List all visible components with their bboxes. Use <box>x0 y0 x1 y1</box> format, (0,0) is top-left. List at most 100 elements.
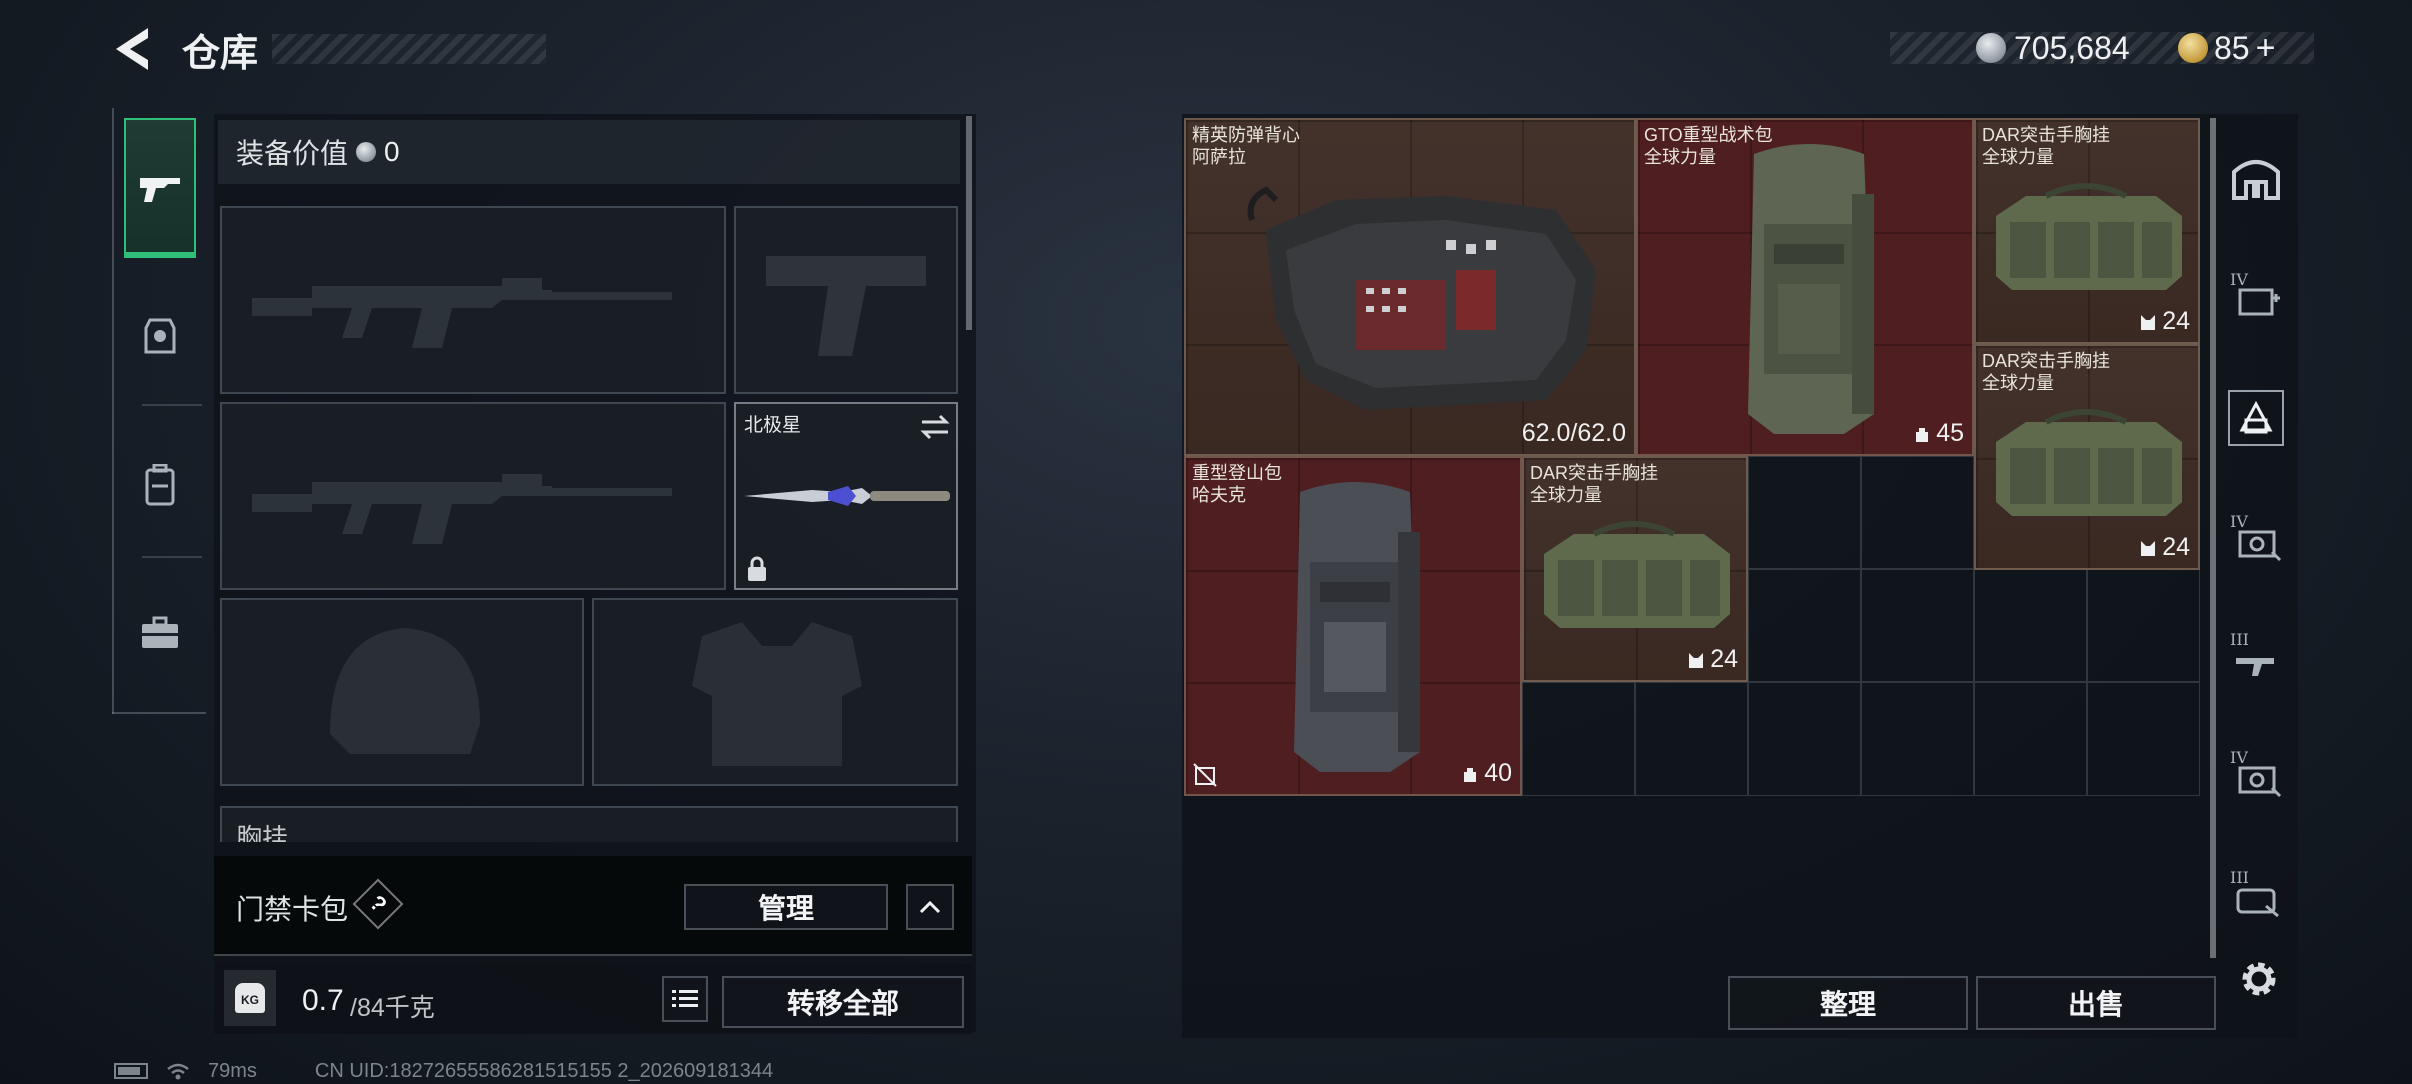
stash-grid: 精英防弹背心 阿萨拉 62.0/62.0 GTO重型战术包 全球力量 45 DA… <box>1184 118 2200 796</box>
sidebar-tab-weapons[interactable] <box>124 118 196 258</box>
transfer-all-label: 转移全部 <box>786 988 899 1019</box>
grid-cell[interactable] <box>1522 682 1635 796</box>
sidebar-border-left <box>112 108 114 714</box>
manage-button[interactable]: 管理 <box>684 884 888 930</box>
weight-icon: KG <box>224 970 276 1026</box>
grid-cell[interactable] <box>2087 569 2200 682</box>
backpack-image <box>1748 144 1874 434</box>
capacity-value: 40 <box>1484 759 1512 787</box>
rig-capacity-icon <box>2141 540 2156 556</box>
chest-rig-image <box>1996 409 2182 516</box>
capacity-value: 24 <box>2162 307 2190 335</box>
item-title: GTO重型战术包 <box>1644 125 1773 145</box>
filter-tier-helmets[interactable]: IV <box>2228 746 2284 802</box>
add-premium-icon[interactable]: + <box>2256 29 2276 68</box>
item-title: 精英防弹背心 <box>1192 125 1300 145</box>
stash-item-mountain-pack[interactable]: 重型登山包 哈夫克 40 <box>1184 456 1522 796</box>
grid-cell[interactable] <box>1974 569 2087 682</box>
melee-slot[interactable]: 北极星 <box>734 402 958 590</box>
item-brand: 阿萨拉 <box>1192 147 1246 167</box>
filter-backpacks[interactable] <box>2228 390 2284 446</box>
equipment-scrollbar[interactable] <box>966 116 972 330</box>
grid-cell[interactable] <box>1748 682 1861 796</box>
list-view-button[interactable] <box>662 976 708 1022</box>
item-brand: 全球力量 <box>1982 147 2054 167</box>
weight-capacity: /84千克 <box>350 994 435 1022</box>
assault-rifle-silhouette-icon <box>252 474 672 544</box>
item-name: DAR突击手胸挂 全球力量 <box>1530 462 1658 506</box>
item-title: DAR突击手胸挂 <box>1982 351 2111 371</box>
filter-tier-rifles[interactable]: III <box>2228 628 2284 684</box>
primary-weapon-slot[interactable] <box>220 206 726 394</box>
filter-all[interactable] <box>2228 150 2284 206</box>
grid-cell[interactable] <box>1861 456 1974 569</box>
uid-text: CN UID:18272655586281515155 2_2026091813… <box>314 1059 774 1082</box>
weight-icon-label: KG <box>235 983 265 1013</box>
sell-button[interactable]: 出售 <box>1976 976 2216 1030</box>
sidebar-tab-backpack[interactable] <box>124 448 196 528</box>
stash-item-chest-rig[interactable]: DAR突击手胸挂 全球力量 24 <box>1974 118 2200 344</box>
gear-icon <box>2242 962 2276 996</box>
card-pack-help-icon[interactable]: ? <box>352 878 404 930</box>
currency-amount: 705,684 <box>2014 29 2130 66</box>
list-icon <box>672 990 698 1007</box>
durability-value: 62.0/62.0 <box>1521 419 1626 447</box>
transfer-all-button[interactable]: 转移全部 <box>722 976 964 1028</box>
item-brand: 全球力量 <box>1530 485 1602 505</box>
filter-scrollbar[interactable] <box>2210 118 2216 958</box>
sidebar-tab-gear[interactable] <box>124 298 196 378</box>
item-name: DAR突击手胸挂 全球力量 <box>1982 124 2110 168</box>
battery-icon <box>114 1063 148 1079</box>
stash-item-chest-rig[interactable]: DAR突击手胸挂 全球力量 24 <box>1522 456 1748 682</box>
weight-bar: KG 0.7 /84千克 转移全部 <box>214 964 972 1034</box>
filter-tier-armor[interactable]: IV <box>2228 510 2284 566</box>
capacity-value: 24 <box>1710 645 1738 673</box>
ping-value: 79ms <box>208 1059 257 1082</box>
chest-rig-label: 胸挂 <box>236 823 289 842</box>
premium-currency[interactable]: 85 + <box>2178 26 2275 70</box>
chest-rig-slot[interactable]: 胸挂 <box>220 806 958 842</box>
back-arrow-icon <box>116 28 148 70</box>
item-brand: 全球力量 <box>1644 147 1716 167</box>
chest-rig-image <box>1544 521 1730 628</box>
grid-cell[interactable] <box>1861 682 1974 796</box>
filter-tier-weapons[interactable]: IV <box>2228 268 2284 324</box>
helmet-armor-icon <box>144 318 176 354</box>
knife-icon <box>744 486 950 506</box>
backpack-icon <box>145 463 175 506</box>
no-insure-icon <box>1193 763 1217 787</box>
filter-tier-misc[interactable]: III <box>2228 866 2284 922</box>
coin-icon <box>356 142 377 162</box>
sidebar-tab-case[interactable] <box>124 596 196 676</box>
page-title: 仓库 <box>182 33 259 75</box>
grid-cell[interactable] <box>1635 682 1748 796</box>
wifi-icon <box>167 1063 189 1080</box>
sidebar-border-bottom <box>112 712 206 714</box>
grid-cell[interactable] <box>2087 682 2200 796</box>
armor-slot[interactable] <box>592 598 958 786</box>
grid-cell[interactable] <box>1861 569 1974 682</box>
grid-cell[interactable] <box>1974 682 2087 796</box>
secondary-rifle-slot[interactable] <box>220 402 726 590</box>
sort-button[interactable]: 整理 <box>1728 976 1968 1030</box>
helmet-slot[interactable] <box>220 598 584 786</box>
coin-icon <box>1976 33 2006 63</box>
card-pack-bar: 门禁卡包 ? 管理 <box>214 856 972 956</box>
item-name: 精英防弹背心 阿萨拉 <box>1192 124 1300 168</box>
secondary-weapon-slot[interactable] <box>734 206 958 394</box>
item-brand: 全球力量 <box>1982 373 2054 393</box>
stash-item-body-armor[interactable]: 精英防弹背心 阿萨拉 62.0/62.0 <box>1184 118 1636 456</box>
swap-icon[interactable] <box>920 414 950 440</box>
grid-cell[interactable] <box>1748 569 1861 682</box>
stash-item-tactical-pack[interactable]: GTO重型战术包 全球力量 45 <box>1636 118 1974 456</box>
misc-filter-icon <box>2236 888 2279 918</box>
stash-item-chest-rig[interactable]: DAR突击手胸挂 全球力量 24 <box>1974 344 2200 570</box>
grid-cell[interactable] <box>1748 456 1861 569</box>
premium-amount: 85 <box>2214 29 2250 66</box>
expand-button[interactable] <box>906 884 954 930</box>
item-brand: 哈夫克 <box>1192 485 1246 505</box>
currency-display: 705,684 <box>1976 26 2130 70</box>
back-button[interactable] <box>110 24 156 74</box>
item-name: 重型登山包 哈夫克 <box>1192 462 1282 506</box>
settings-button[interactable] <box>2236 956 2282 1002</box>
